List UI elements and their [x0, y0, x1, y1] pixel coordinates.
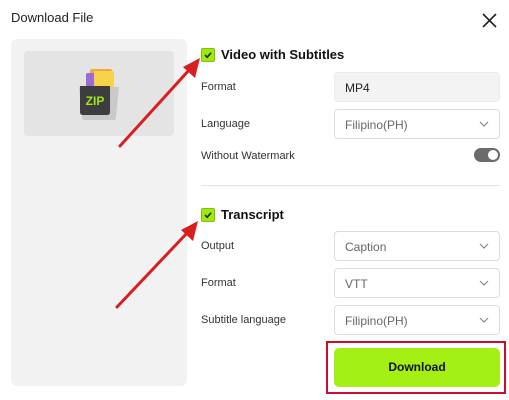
watermark-label: Without Watermark — [201, 150, 295, 162]
video-subtitles-heading: Video with Subtitles — [221, 47, 345, 62]
output-select[interactable]: Caption — [334, 231, 500, 261]
transcript-format-label: Format — [201, 277, 236, 289]
language-label: Language — [201, 118, 250, 130]
close-icon[interactable] — [480, 11, 500, 31]
transcript-format-value: VTT — [345, 277, 368, 291]
chevron-down-icon — [479, 121, 489, 127]
transcript-format-select[interactable]: VTT — [334, 268, 500, 298]
zip-label: ZIP — [86, 94, 105, 108]
video-format-value: MP4 — [345, 81, 370, 95]
download-button[interactable]: Download — [334, 348, 500, 387]
video-format-field: MP4 — [334, 72, 500, 102]
toggle-knob — [488, 150, 498, 160]
subtitle-language-value: Filipino(PH) — [345, 314, 408, 328]
video-subtitles-checkbox[interactable] — [201, 48, 215, 62]
zip-archive-icon: ZIP — [76, 67, 122, 121]
section-divider — [201, 185, 500, 186]
chevron-down-icon — [479, 317, 489, 323]
language-select[interactable]: Filipino(PH) — [334, 109, 500, 139]
dialog-title: Download File — [11, 10, 94, 25]
transcript-heading: Transcript — [221, 207, 284, 222]
format-label: Format — [201, 81, 236, 93]
subtitle-language-select[interactable]: Filipino(PH) — [334, 305, 500, 335]
output-label: Output — [201, 240, 235, 252]
transcript-checkbox[interactable] — [201, 208, 215, 222]
output-value: Caption — [345, 240, 387, 254]
chevron-down-icon — [479, 243, 489, 249]
subtitle-language-label: Subtitle language — [201, 314, 287, 326]
watermark-toggle[interactable] — [474, 148, 500, 162]
language-value: Filipino(PH) — [345, 118, 408, 132]
chevron-down-icon — [479, 280, 489, 286]
